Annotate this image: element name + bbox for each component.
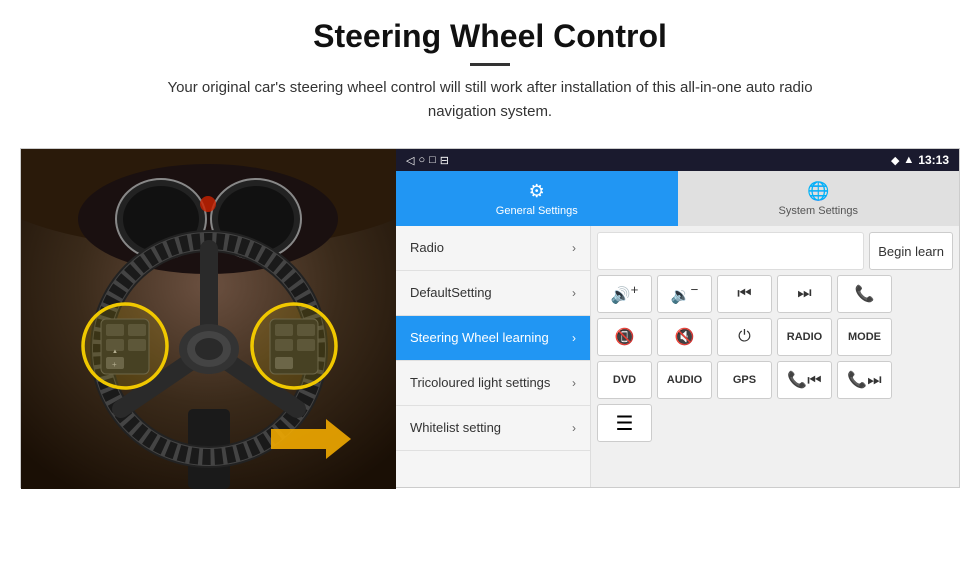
vol-down-button[interactable]: 🔉−: [657, 275, 712, 313]
prev-icon: ⏮: [737, 285, 751, 303]
vol-up-button[interactable]: 🔊+: [597, 275, 652, 313]
chevron-icon: ›: [572, 376, 576, 390]
chevron-icon: ›: [572, 331, 576, 345]
globe-icon: 🌐: [807, 181, 829, 202]
chevron-icon: ›: [572, 286, 576, 300]
next-icon: ⏭: [797, 285, 811, 303]
menu-item-whitelist[interactable]: Whitelist setting ›: [396, 406, 590, 451]
power-button[interactable]: ⏻: [717, 318, 772, 356]
phone-next-button[interactable]: 📞⏭: [837, 361, 892, 399]
phone-prev-icon: 📞⏮: [787, 370, 821, 390]
phone-prev-button[interactable]: 📞⏮: [777, 361, 832, 399]
car-image-area: + ▲: [21, 149, 396, 489]
radio-button[interactable]: RADIO: [777, 318, 832, 356]
back-icon[interactable]: ◁: [406, 154, 414, 167]
page-title: Steering Wheel Control: [40, 18, 940, 55]
tab-bar: ⚙ General Settings 🌐 System Settings: [396, 171, 959, 226]
gps-label: GPS: [733, 374, 756, 386]
menu-icon[interactable]: ⊟: [440, 154, 449, 167]
menu-item-default[interactable]: DefaultSetting ›: [396, 271, 590, 316]
menu-item-tricoloured[interactable]: Tricoloured light settings ›: [396, 361, 590, 406]
status-bar: ◁ ○ □ ⊟ ◆ ▲ 13:13: [396, 149, 959, 171]
chevron-icon: ›: [572, 241, 576, 255]
home-icon[interactable]: ○: [418, 154, 425, 166]
content-area: + ▲ ◁ ○: [20, 148, 960, 488]
control-panel: Begin learn 🔊+ 🔉− ⏮ ⏭: [591, 226, 959, 487]
signal-icon: ▲: [903, 154, 914, 166]
recents-icon[interactable]: □: [429, 154, 436, 166]
audio-label: AUDIO: [667, 374, 702, 386]
radio-label: RADIO: [787, 331, 822, 343]
chevron-icon: ›: [572, 421, 576, 435]
tab-general[interactable]: ⚙ General Settings: [396, 171, 678, 226]
tab-system-label: System Settings: [779, 205, 858, 217]
status-time: 13:13: [918, 153, 949, 167]
next-track-button[interactable]: ⏭: [777, 275, 832, 313]
list-icon-button[interactable]: ☰: [597, 404, 652, 442]
tab-system[interactable]: 🌐 System Settings: [678, 171, 960, 226]
hangup-button[interactable]: 📵: [597, 318, 652, 356]
prev-track-button[interactable]: ⏮: [717, 275, 772, 313]
control-row-1: Begin learn: [597, 232, 953, 270]
page-subtitle: Your original car's steering wheel contr…: [140, 76, 840, 124]
mode-button[interactable]: MODE: [837, 318, 892, 356]
control-row-2: 🔊+ 🔉− ⏮ ⏭ 📞: [597, 275, 953, 313]
vol-up-icon: 🔊+: [611, 282, 639, 305]
vol-down-icon: 🔉−: [671, 282, 699, 305]
page-header: Steering Wheel Control Your original car…: [0, 0, 980, 134]
menu-item-steering[interactable]: Steering Wheel learning ›: [396, 316, 590, 361]
mute-icon: 🔇: [675, 327, 695, 347]
control-row-3: 📵 🔇 ⏻ RADIO MODE: [597, 318, 953, 356]
mute-button[interactable]: 🔇: [657, 318, 712, 356]
hangup-icon: 📵: [615, 327, 635, 347]
gear-icon: ⚙: [529, 181, 545, 202]
title-divider: [470, 63, 510, 66]
menu-list: Radio › DefaultSetting › Steering Wheel …: [396, 226, 591, 487]
dvd-button[interactable]: DVD: [597, 361, 652, 399]
key-input-field[interactable]: [597, 232, 864, 270]
tab-general-label: General Settings: [496, 205, 578, 217]
phone-next-icon: 📞⏭: [847, 370, 881, 390]
begin-learn-button[interactable]: Begin learn: [869, 232, 953, 270]
control-row-5: ☰: [597, 404, 953, 442]
android-ui: ◁ ○ □ ⊟ ◆ ▲ 13:13 ⚙ General Settings 🌐 S…: [396, 149, 959, 487]
power-icon: ⏻: [738, 328, 751, 346]
phone-icon: 📞: [855, 284, 875, 304]
menu-item-radio[interactable]: Radio ›: [396, 226, 590, 271]
android-main: Radio › DefaultSetting › Steering Wheel …: [396, 226, 959, 487]
nav-icons: ◁ ○ □ ⊟: [406, 154, 449, 167]
mode-label: MODE: [848, 331, 881, 343]
call-button[interactable]: 📞: [837, 275, 892, 313]
dvd-label: DVD: [613, 374, 636, 386]
location-icon: ◆: [891, 154, 899, 167]
gps-button[interactable]: GPS: [717, 361, 772, 399]
list-icon: ☰: [616, 411, 634, 436]
control-row-4: DVD AUDIO GPS 📞⏮ 📞⏭: [597, 361, 953, 399]
status-right-icons: ◆ ▲ 13:13: [891, 153, 949, 167]
audio-button[interactable]: AUDIO: [657, 361, 712, 399]
